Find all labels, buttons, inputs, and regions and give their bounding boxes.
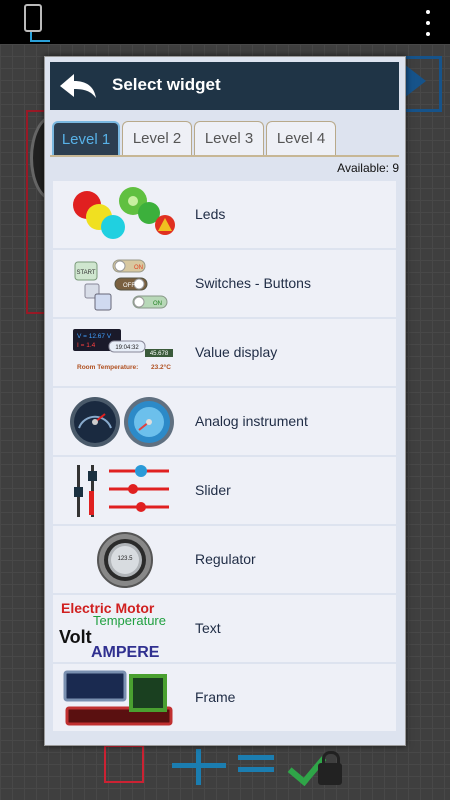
text-sample-volt: Volt <box>59 627 92 647</box>
gauge-icon <box>69 392 181 452</box>
leds-icon <box>69 185 181 245</box>
select-box-icon[interactable] <box>104 745 144 783</box>
phone-icon[interactable] <box>24 4 42 32</box>
widget-list: Leds START ON OFF ON Switches - Buttons … <box>53 181 396 733</box>
switch-start-label: START <box>76 270 95 276</box>
bottom-toolbar <box>100 745 360 800</box>
widget-label: Value display <box>195 344 278 360</box>
text-sample-ampere: AMPERE <box>91 644 160 661</box>
select-widget-dialog: Select widget Level 1 Level 2 Level 3 Le… <box>44 56 406 746</box>
value-v-text: V = 12.67 V <box>77 333 112 340</box>
widget-item-text[interactable]: Electric Motor Temperature Volt AMPERE T… <box>53 595 396 662</box>
widget-label: Leds <box>195 206 226 222</box>
widget-item-regulator[interactable]: 123.5 Regulator <box>53 526 396 593</box>
switch-off-label: OFF <box>123 283 135 289</box>
connector-line <box>30 40 50 42</box>
edit-icon[interactable] <box>238 767 274 772</box>
text-icon: Electric Motor Temperature Volt AMPERE <box>57 599 181 661</box>
widget-label: Regulator <box>195 551 256 567</box>
frame-icon <box>61 668 181 728</box>
level-tabs: Level 1 Level 2 Level 3 Level 4 <box>50 121 399 157</box>
switch-on-label: ON <box>134 265 143 271</box>
widget-label: Slider <box>195 482 231 498</box>
available-count: Available: 9 <box>337 161 399 175</box>
dialog-header: Select widget <box>50 62 399 110</box>
widget-item-value-display[interactable]: V = 12.67 V I = 1.4 19:04:32 45.678 Room… <box>53 319 396 386</box>
dialog-title: Select widget <box>112 75 221 94</box>
back-arrow-icon[interactable] <box>58 72 98 102</box>
widget-label: Switches - Buttons <box>195 275 311 291</box>
knob-icon: 123.5 <box>69 530 181 590</box>
value-i-text: I = 1.4 <box>77 342 96 349</box>
widget-label: Text <box>195 620 221 636</box>
value-room-text: Room Temperature: <box>77 364 138 371</box>
switches-icon: START ON OFF ON <box>69 254 181 314</box>
tab-level-4[interactable]: Level 4 <box>266 121 336 155</box>
widget-label: Analog instrument <box>195 413 308 429</box>
value-display-icon: V = 12.67 V I = 1.4 19:04:32 45.678 Room… <box>69 323 181 383</box>
widget-item-analog[interactable]: Analog instrument <box>53 388 396 455</box>
switch-on-label-2: ON <box>153 301 162 307</box>
tab-level-1[interactable]: Level 1 <box>52 121 120 155</box>
edit-icon[interactable] <box>238 755 274 760</box>
text-sample-temperature: Temperature <box>93 613 166 628</box>
tabs-divider <box>50 155 399 157</box>
slider-icon <box>69 461 181 521</box>
add-icon[interactable] <box>196 749 201 785</box>
widget-item-leds[interactable]: Leds <box>53 181 396 248</box>
more-vert-icon[interactable] <box>424 10 432 36</box>
lock-icon[interactable] <box>318 751 342 785</box>
top-app-bar <box>0 0 450 44</box>
widget-item-switches[interactable]: START ON OFF ON Switches - Buttons <box>53 250 396 317</box>
tab-level-3[interactable]: Level 3 <box>194 121 264 155</box>
widget-label: Frame <box>195 689 236 705</box>
widget-item-frame[interactable]: Frame <box>53 664 396 731</box>
value-time-text: 19:04:32 <box>115 345 139 351</box>
tab-level-2[interactable]: Level 2 <box>122 121 192 155</box>
widget-item-slider[interactable]: Slider <box>53 457 396 524</box>
value-temp-text: 23.2°C <box>151 363 171 371</box>
regulator-value-text: 123.5 <box>117 556 133 562</box>
value-num-text: 45.678 <box>150 351 169 357</box>
